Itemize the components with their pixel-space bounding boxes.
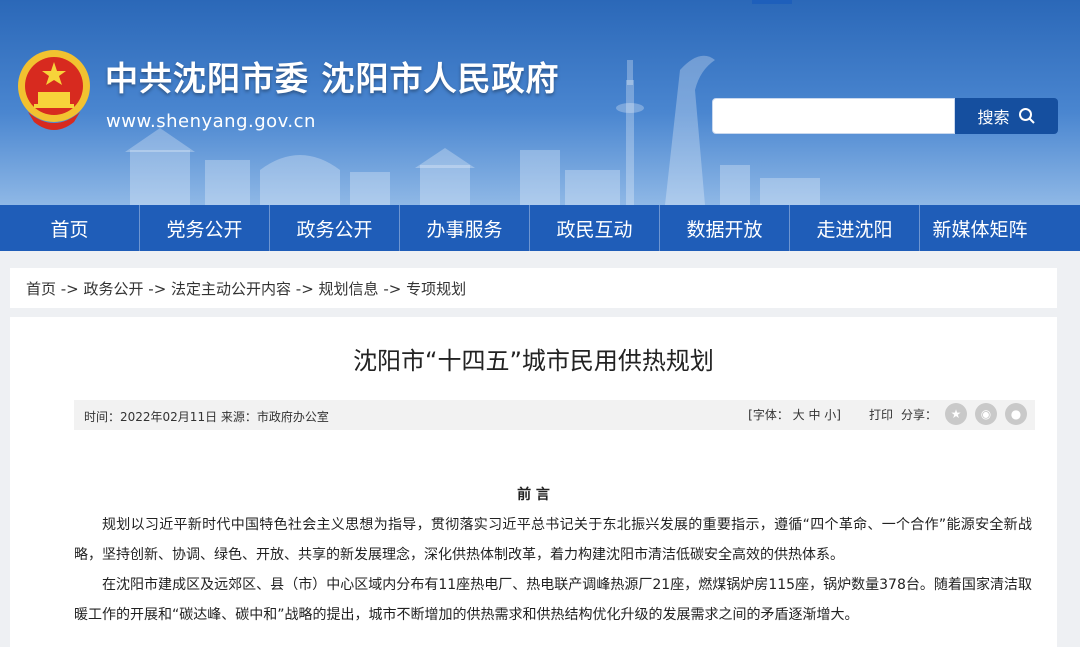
search-button-label: 搜索 <box>977 104 1009 128</box>
nav-item-interaction[interactable]: 政民互动 <box>530 205 660 251</box>
share-label: 分享： <box>901 406 937 423</box>
top-accent-strip <box>752 0 792 4</box>
share-wechat-icon[interactable]: ● <box>1005 403 1027 425</box>
main-nav: 首页 党务公开 政务公开 办事服务 政民互动 数据开放 走进沈阳 新媒体矩阵 <box>0 205 1080 251</box>
national-emblem-icon <box>14 46 94 132</box>
article-paragraph: 在沈阳市建成区及远郊区、县（市）中心区域内分布有11座热电厂、热电联产调峰热源厂… <box>74 570 1032 630</box>
article-meta-bar: 时间：2022年02月11日 来源：市政府办公室 [字体： 大 中 小] 打印 … <box>74 400 1035 430</box>
nav-item-new-media[interactable]: 新媒体矩阵 <box>920 205 1040 251</box>
article-paragraph: 规划以习近平新时代中国特色社会主义思想为指导，贯彻落实习近平总书记关于东北振兴发… <box>74 510 1032 570</box>
search-input[interactable] <box>712 98 955 134</box>
site-domain: www.shenyang.gov.cn <box>106 111 316 132</box>
nav-item-government-affairs[interactable]: 政务公开 <box>270 205 400 251</box>
search-button[interactable]: 搜索 <box>955 98 1058 134</box>
nav-item-about-shenyang[interactable]: 走进沈阳 <box>790 205 920 251</box>
print-link[interactable]: 打印 <box>869 406 893 423</box>
header-banner: 中共沈阳市委 沈阳市人民政府 www.shenyang.gov.cn 搜索 <box>0 0 1080 205</box>
section-heading: 前 言 <box>10 484 1057 504</box>
nav-item-services[interactable]: 办事服务 <box>400 205 530 251</box>
share-weibo-icon[interactable]: ◉ <box>975 403 997 425</box>
nav-item-party-affairs[interactable]: 党务公开 <box>140 205 270 251</box>
font-size-control[interactable]: [字体： 大 中 小] <box>748 406 841 423</box>
breadcrumb[interactable]: 首页 -> 政务公开 -> 法定主动公开内容 -> 规划信息 -> 专项规划 <box>10 268 1057 308</box>
share-qzone-icon[interactable]: ★ <box>945 403 967 425</box>
article-panel: 沈阳市“十四五”城市民用供热规划 时间：2022年02月11日 来源：市政府办公… <box>10 317 1057 647</box>
nav-item-home[interactable]: 首页 <box>0 205 140 251</box>
site-title[interactable]: 中共沈阳市委 沈阳市人民政府 <box>105 52 560 100</box>
breadcrumb-text[interactable]: 首页 -> 政务公开 -> 法定主动公开内容 -> 规划信息 -> 专项规划 <box>26 278 466 299</box>
search-icon <box>1018 107 1036 125</box>
nav-item-open-data[interactable]: 数据开放 <box>660 205 790 251</box>
article-date-source: 时间：2022年02月11日 来源：市政府办公室 <box>84 408 329 425</box>
article-title: 沈阳市“十四五”城市民用供热规划 <box>10 341 1057 376</box>
